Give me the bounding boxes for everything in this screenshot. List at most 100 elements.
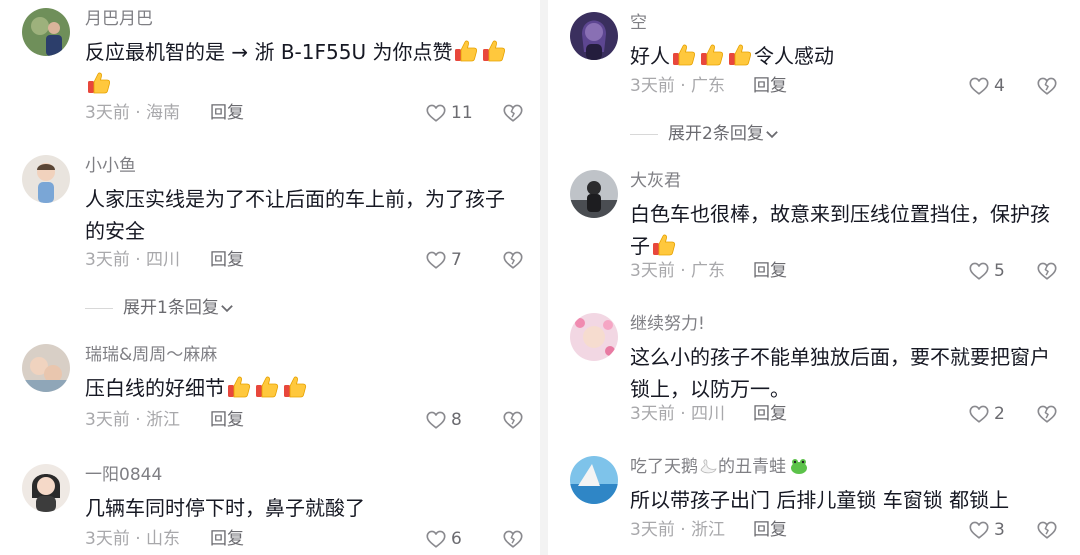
comment-text: 压白线的好细节	[85, 372, 515, 404]
like-count: 4	[994, 76, 1005, 96]
broken-heart-icon[interactable]	[502, 528, 524, 550]
comment-text-body: 反应最机智的是 → 浙 B-1F55U 为你点赞	[85, 40, 453, 64]
like-button[interactable]: 5	[968, 260, 1005, 282]
reply-button[interactable]: 回复	[753, 519, 787, 541]
chevron-down-icon	[219, 300, 235, 316]
column-divider	[540, 0, 548, 555]
like-count: 2	[994, 404, 1005, 424]
like-button[interactable]: 6	[425, 528, 462, 550]
reply-button[interactable]: 回复	[210, 528, 244, 550]
thumbs-up-emoji	[86, 70, 112, 96]
broken-heart-icon[interactable]	[1036, 75, 1058, 97]
thumbs-up-emoji	[651, 232, 677, 258]
comment-meta: 3天前 · 浙江	[630, 520, 726, 540]
expand-replies-button[interactable]: 展开2条回复	[630, 123, 780, 145]
like-button[interactable]: 11	[425, 102, 473, 124]
avatar[interactable]	[22, 155, 70, 203]
reply-button[interactable]: 回复	[753, 403, 787, 425]
comment-meta: 3天前 · 四川	[85, 250, 181, 270]
reply-button[interactable]: 回复	[210, 409, 244, 431]
avatar[interactable]	[570, 12, 618, 60]
expand-label: 展开1条回复	[123, 298, 219, 318]
thumbs-up-emoji	[699, 42, 725, 68]
reply-button[interactable]: 回复	[210, 249, 244, 271]
comment-text: 这么小的孩子不能单独放后面，要不就要把窗户锁上，以防万一。	[630, 345, 1050, 401]
comment-meta: 3天前 · 广东	[630, 76, 726, 96]
username-part: 的丑青蛙	[718, 457, 786, 477]
username[interactable]: 瑞瑞&周周～麻麻	[85, 344, 217, 366]
avatar[interactable]	[570, 456, 618, 504]
thumbs-up-emoji	[254, 374, 280, 400]
broken-heart-icon[interactable]	[1036, 403, 1058, 425]
like-count: 7	[451, 250, 462, 270]
comment-meta: 3天前 · 广东	[630, 261, 726, 281]
thumbs-up-emoji	[671, 42, 697, 68]
reply-button[interactable]: 回复	[753, 75, 787, 97]
thumbs-up-emoji	[727, 42, 753, 68]
avatar[interactable]	[570, 313, 618, 361]
heart-outline-icon	[968, 519, 990, 541]
avatar[interactable]	[22, 344, 70, 392]
comment-text-tail: 令人感动	[754, 44, 834, 68]
avatar[interactable]	[22, 464, 70, 512]
comment-text: 人家压实线是为了不让后面的车上前，为了孩子的安全	[85, 187, 505, 243]
heart-outline-icon	[425, 249, 447, 271]
username-part: 吃了天鹅	[630, 457, 698, 477]
chevron-down-icon	[764, 126, 780, 142]
username[interactable]: 大灰君	[630, 170, 681, 192]
thumbs-up-emoji	[282, 374, 308, 400]
username[interactable]: 继续努力!	[630, 313, 705, 335]
comment-text: 反应最机智的是 → 浙 B-1F55U 为你点赞	[85, 36, 515, 100]
expand-label: 展开2条回复	[668, 124, 764, 144]
username[interactable]: 一阳0844	[85, 464, 162, 486]
broken-heart-icon[interactable]	[502, 409, 524, 431]
thumbs-up-emoji	[481, 38, 507, 64]
username[interactable]: 小小鱼	[85, 155, 136, 177]
username[interactable]: 空	[630, 12, 647, 34]
broken-heart-icon[interactable]	[502, 102, 524, 124]
heart-outline-icon	[425, 409, 447, 431]
avatar[interactable]	[22, 8, 70, 56]
like-button[interactable]: 4	[968, 75, 1005, 97]
like-count: 6	[451, 529, 462, 549]
broken-heart-icon[interactable]	[502, 249, 524, 271]
comment-text: 所以带孩子出门 后排儿童锁 车窗锁 都锁上	[630, 488, 1010, 512]
expand-divider	[85, 307, 113, 309]
like-count: 8	[451, 410, 462, 430]
comment-meta: 3天前 · 山东	[85, 529, 181, 549]
like-button[interactable]: 2	[968, 403, 1005, 425]
comment-column-left: 月巴月巴 反应最机智的是 → 浙 B-1F55U 为你点赞 3天前 · 海南 回…	[0, 0, 540, 555]
broken-heart-icon[interactable]	[1036, 260, 1058, 282]
expand-replies-button[interactable]: 展开1条回复	[85, 297, 235, 319]
comment-meta: 3天前 · 海南	[85, 103, 181, 123]
comment-meta: 3天前 · 浙江	[85, 410, 181, 430]
like-button[interactable]: 3	[968, 519, 1005, 541]
avatar[interactable]	[570, 170, 618, 218]
username[interactable]: 月巴月巴	[85, 8, 153, 30]
swan-emoji	[698, 457, 718, 475]
heart-outline-icon	[425, 528, 447, 550]
username[interactable]: 吃了天鹅 的丑青蛙	[630, 456, 809, 478]
comment-text: 好人 令人感动	[630, 40, 1060, 72]
broken-heart-icon[interactable]	[1036, 519, 1058, 541]
comment-column-right: 空 好人 令人感动 3天前 · 广东 回复 4 展开2条回复 大灰君 白色车也很棒…	[548, 0, 1080, 555]
comment-meta: 3天前 · 四川	[630, 404, 726, 424]
comment-text-body: 白色车也很棒，故意来到压线位置挡住，保护孩子	[630, 202, 1050, 258]
comment-text: 白色车也很棒，故意来到压线位置挡住，保护孩子	[630, 198, 1060, 262]
thumbs-up-emoji	[226, 374, 252, 400]
like-button[interactable]: 8	[425, 409, 462, 431]
heart-outline-icon	[968, 260, 990, 282]
heart-outline-icon	[425, 102, 447, 124]
expand-divider	[630, 133, 658, 135]
like-button[interactable]: 7	[425, 249, 462, 271]
reply-button[interactable]: 回复	[210, 102, 244, 124]
like-count: 5	[994, 261, 1005, 281]
frog-emoji	[789, 457, 809, 475]
reply-button[interactable]: 回复	[753, 260, 787, 282]
heart-outline-icon	[968, 75, 990, 97]
comment-text-body: 好人	[630, 44, 670, 68]
comment-text: 几辆车同时停下时，鼻子就酸了	[85, 496, 365, 520]
comment-text-body: 压白线的好细节	[85, 376, 225, 400]
like-count: 3	[994, 520, 1005, 540]
thumbs-up-emoji	[453, 38, 479, 64]
